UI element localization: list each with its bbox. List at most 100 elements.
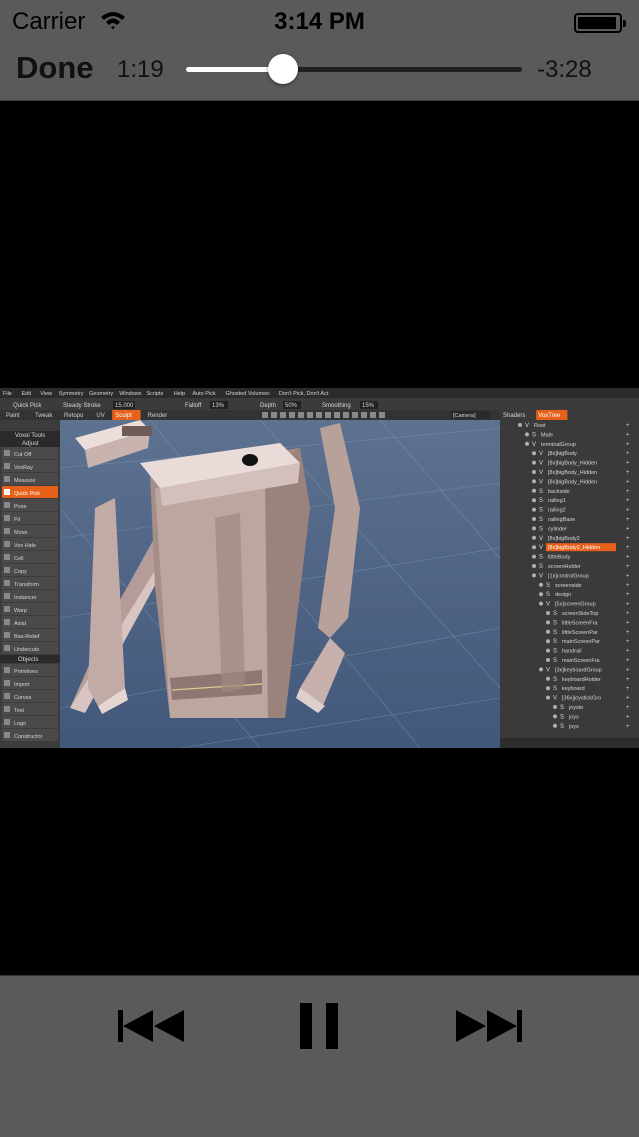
frame-tool-icon [4, 541, 10, 547]
frame-tool-icon [4, 593, 10, 599]
next-button[interactable] [456, 1008, 522, 1047]
frame-tool-label: Cell [14, 556, 23, 562]
frame-tree-add: + [626, 442, 630, 448]
frame-tree-mark: S [560, 705, 564, 711]
frame-tool-bg [2, 616, 58, 628]
frame-tree-eye [532, 488, 536, 493]
frame-tree-label: mainScreenFra [562, 658, 601, 664]
frame-tree-eye [553, 723, 557, 728]
frame-tree-mark: V [553, 696, 557, 702]
frame-tool-label: Quick Pick [14, 491, 40, 497]
frame-tree-label: [3x]keyboardGroup [555, 667, 602, 673]
frame-tool-icon [334, 412, 340, 418]
frame-tree-eye [532, 526, 536, 531]
scrubber-track[interactable] [186, 54, 522, 84]
frame-tree-mark: S [553, 630, 557, 636]
frame-tool-bg [2, 499, 58, 511]
playback-controls [0, 975, 639, 1137]
frame-tree-mark: S [532, 432, 536, 438]
frame-tool-icon [325, 412, 331, 418]
frame-tree-add: + [626, 508, 630, 514]
frame-tree-mark: S [560, 724, 564, 730]
frame-tool-label: Vox Hide [14, 543, 36, 549]
frame-tree-add: + [626, 451, 630, 457]
frame-tool-label: Warp [14, 608, 27, 614]
frame-tool-label: Text [14, 708, 25, 714]
frame-tool-icon [4, 645, 10, 651]
frame-tree-add: + [626, 724, 630, 730]
frame-tool-label: Cut Off [14, 452, 32, 458]
frame-tree-label: joys [568, 724, 579, 730]
frame-tree-label: screenHolder [548, 564, 581, 570]
frame-tree-label: joyste [568, 705, 583, 711]
frame-tree-mark: S [553, 686, 557, 692]
frame-tool-label: Curves [14, 695, 32, 701]
previous-button[interactable] [118, 1008, 184, 1047]
frame-tool-icon [4, 502, 10, 508]
frame-tree-label: [5x]screenGroup [555, 602, 596, 608]
frame-tree-add: + [626, 489, 630, 495]
frame-tool-icon [4, 450, 10, 456]
frame-tree-mark: S [553, 649, 557, 655]
frame-tree-label: littleScreenPar [562, 630, 598, 636]
frame-toolbar-value: 13% [212, 403, 225, 409]
frame-tree-label: keyboard [562, 686, 585, 692]
frame-tool-label: Instancer [14, 595, 37, 601]
frame-tool-label: Constructor [14, 734, 43, 740]
remaining-time: -3:28 [537, 56, 592, 83]
frame-tool-label: Bas-Relief [14, 634, 40, 640]
frame-tree-label: terminalGroup [541, 442, 576, 448]
frame-tool-icon [4, 706, 10, 712]
frame-tool-header-label: Adjust [22, 441, 39, 447]
frame-tree-label: design [555, 592, 571, 598]
frame-toolbar-value: 50% [285, 403, 298, 409]
frame-tree-label: railing2 [548, 508, 566, 514]
frame-tree-eye [546, 639, 550, 644]
frame-tab: Render [148, 413, 168, 419]
frame-tree-eye [532, 535, 536, 540]
frame-tree-eye [532, 554, 536, 559]
battery-icon [574, 13, 626, 33]
frame-camera-label: [Camera] [453, 413, 476, 419]
frame-tool-icon [4, 667, 10, 673]
frame-toolbar-text: Falloff [185, 403, 202, 409]
frame-tree-eye [532, 573, 536, 578]
frame-tree-add: + [626, 564, 630, 570]
frame-tree-add: + [626, 479, 630, 485]
frame-tree-mark: S [546, 592, 550, 598]
done-button[interactable]: Done [16, 50, 94, 86]
scrubber-thumb[interactable] [268, 54, 299, 84]
frame-tree-label: [36x]joystickGro [562, 696, 601, 702]
frame-menu-item: Ghosted Volumes: [226, 391, 271, 397]
frame-tree-add: + [626, 432, 630, 438]
frame-tree-label: cylinder [548, 526, 567, 532]
frame-tree-add: + [626, 498, 630, 504]
frame-tool-bg [2, 677, 58, 689]
frame-tool-label: VoxRay [14, 465, 33, 471]
frame-tool-icon [4, 528, 10, 534]
frame-tree-mark: V [539, 536, 543, 542]
frame-tree-eye [532, 498, 536, 503]
frame-tree-eye [532, 460, 536, 465]
frame-tree-label: joys [568, 714, 579, 720]
frame-menu-item: File [3, 391, 12, 397]
frame-tree-label: backside [548, 489, 570, 495]
frame-tool-icon [4, 567, 10, 573]
frame-toolbar-text: Smoothing [322, 403, 351, 409]
frame-tool-icon [4, 632, 10, 638]
frame-tool-label: Measure [14, 478, 35, 484]
frame-tree-mark: S [560, 714, 564, 720]
frame-tree-mark: V [539, 470, 543, 476]
frame-tree-add: + [626, 423, 630, 429]
frame-tool-header-label: Objects [18, 657, 38, 663]
frame-tool-icon [4, 515, 10, 521]
frame-menu-item: Don't Pick, Don't Act [279, 391, 329, 397]
frame-tree-add: + [626, 555, 630, 561]
pause-button[interactable] [300, 1003, 338, 1052]
frame-menu-item: Scripts [147, 391, 164, 397]
frame-tool-bg [2, 603, 58, 615]
frame-tab: UV [96, 413, 104, 419]
frame-tool-label: Import [14, 682, 30, 688]
frame-tree-eye [532, 470, 536, 474]
video-area[interactable]: File Edit View Symmetry Geometry Windows Scrip… [0, 101, 639, 975]
